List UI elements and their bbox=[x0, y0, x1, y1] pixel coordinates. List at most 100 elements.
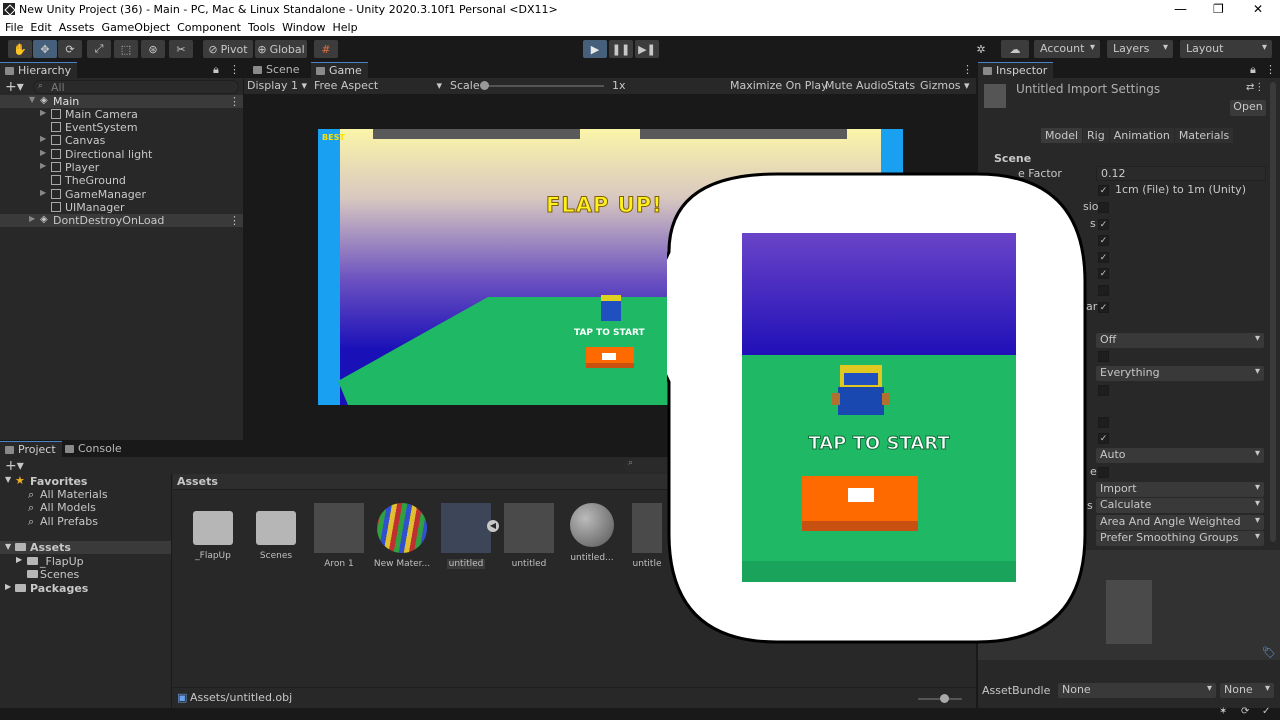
step-button[interactable]: ▶❚ bbox=[635, 40, 659, 58]
asset-item[interactable]: untitle bbox=[625, 503, 669, 573]
hierarchy-search-input[interactable]: ⌕ All bbox=[33, 80, 239, 94]
hierarchy-item[interactable]: ▶ GameManager bbox=[0, 188, 243, 201]
normals-dropdown[interactable]: Auto bbox=[1096, 448, 1264, 463]
hierarchy-item[interactable]: ▶ Directional light bbox=[0, 148, 243, 161]
sidebar-folder[interactable]: Scenes bbox=[40, 568, 79, 581]
checkbox[interactable] bbox=[1098, 351, 1109, 362]
open-button[interactable]: Open bbox=[1230, 100, 1266, 116]
menu-gameobject[interactable]: GameObject bbox=[102, 20, 177, 36]
close-button[interactable]: ✕ bbox=[1253, 2, 1263, 16]
transform-tool-button[interactable]: ⊛ bbox=[141, 40, 165, 58]
checkbox[interactable]: ✓ bbox=[1098, 235, 1109, 246]
mute-audio-toggle[interactable]: Mute Audio bbox=[825, 79, 887, 92]
asset-bundle-dropdown[interactable]: None bbox=[1058, 683, 1216, 698]
slider-handle[interactable] bbox=[480, 81, 489, 90]
kebab-menu-icon[interactable]: ⋮ bbox=[229, 95, 240, 108]
checkbox[interactable]: ✓ bbox=[1098, 302, 1109, 313]
menu-file[interactable]: File bbox=[5, 20, 29, 36]
menu-assets[interactable]: Assets bbox=[59, 20, 101, 36]
hierarchy-scene-ddol[interactable]: ▶ ◈ DontDestroyOnLoad ⋮ bbox=[0, 214, 243, 227]
favorites-label[interactable]: Favorites bbox=[30, 475, 87, 488]
menu-tools[interactable]: Tools bbox=[248, 20, 281, 36]
breadcrumb-assets[interactable]: Assets bbox=[177, 475, 218, 488]
tab-console[interactable]: Console bbox=[60, 441, 128, 457]
expand-arrow-icon[interactable]: ◀ bbox=[487, 520, 499, 532]
hierarchy-item[interactable]: ▶ Player bbox=[0, 161, 243, 174]
maximize-on-play-toggle[interactable]: Maximize On Play bbox=[730, 79, 828, 92]
settings-icon[interactable]: ⇄⋮ bbox=[1246, 82, 1264, 93]
tab-project[interactable]: Project bbox=[0, 441, 62, 457]
menu-component[interactable]: Component bbox=[177, 20, 247, 36]
sidebar-item-assets[interactable]: ▼ Assets bbox=[0, 541, 171, 554]
snap-button[interactable]: # bbox=[314, 40, 338, 58]
asset-item[interactable]: New Mater... bbox=[372, 503, 432, 573]
tag-icon[interactable]: 🏷︎ bbox=[1262, 646, 1276, 659]
hierarchy-scene-main[interactable]: ▼ ◈ Main ⋮ bbox=[0, 95, 243, 108]
maximize-button[interactable]: ❐ bbox=[1213, 2, 1224, 16]
check-icon[interactable]: ✓ bbox=[1262, 706, 1270, 717]
checkbox[interactable] bbox=[1098, 467, 1109, 478]
hierarchy-item[interactable]: ▶ Main Camera bbox=[0, 108, 243, 121]
checkbox[interactable] bbox=[1098, 202, 1109, 213]
fav-item[interactable]: All Prefabs bbox=[40, 515, 98, 528]
tab-model[interactable]: Model bbox=[1041, 128, 1083, 143]
menu-window[interactable]: Window bbox=[282, 20, 331, 36]
hierarchy-item[interactable]: EventSystem bbox=[0, 121, 243, 134]
checkbox[interactable] bbox=[1098, 385, 1109, 396]
asset-item[interactable]: untitled bbox=[499, 503, 559, 573]
asset-item-selected[interactable]: untitled bbox=[436, 503, 496, 573]
asset-item[interactable]: _FlapUp bbox=[183, 503, 243, 573]
tab-materials[interactable]: Materials bbox=[1174, 128, 1234, 143]
asset-item[interactable]: Aron 1 bbox=[309, 503, 369, 573]
stats-toggle[interactable]: Stats bbox=[887, 79, 915, 92]
scale-slider[interactable] bbox=[480, 81, 604, 90]
kebab-menu-icon[interactable]: ⋮ bbox=[229, 63, 240, 76]
tab-animation[interactable]: Animation bbox=[1109, 128, 1174, 143]
layout-dropdown[interactable]: Layout bbox=[1180, 40, 1272, 58]
move-tool-button[interactable]: ✥ bbox=[33, 40, 57, 58]
convert-units-checkbox[interactable]: ✓ bbox=[1098, 185, 1109, 196]
asset-item[interactable]: Scenes bbox=[246, 503, 306, 573]
add-icon[interactable]: +▾ bbox=[5, 458, 24, 474]
checkbox[interactable] bbox=[1098, 417, 1109, 428]
checkbox[interactable]: ✓ bbox=[1098, 219, 1109, 230]
cloud-button[interactable]: ☁ bbox=[1001, 40, 1029, 58]
scale-tool-button[interactable]: ⤢ bbox=[87, 40, 111, 58]
read-write-dropdown[interactable]: Everything bbox=[1096, 366, 1264, 381]
sidebar-item-packages[interactable]: Packages bbox=[30, 582, 88, 595]
rect-tool-button[interactable]: ⬚ bbox=[114, 40, 138, 58]
hand-tool-button[interactable]: ✋ bbox=[8, 40, 32, 58]
scale-factor-input[interactable]: 0.12 bbox=[1096, 166, 1266, 181]
normals-mode-dropdown[interactable]: Import bbox=[1096, 482, 1264, 497]
asset-item[interactable]: untitled... bbox=[562, 503, 622, 573]
add-icon[interactable]: +▾ bbox=[5, 79, 24, 95]
tab-scene[interactable]: Scene bbox=[248, 62, 306, 78]
tab-game[interactable]: Game bbox=[311, 62, 368, 78]
kebab-menu-icon[interactable]: ⋮ bbox=[962, 63, 973, 76]
pause-button[interactable]: ❚❚ bbox=[609, 40, 633, 58]
menu-help[interactable]: Help bbox=[332, 20, 363, 36]
account-dropdown[interactable]: Account bbox=[1034, 40, 1100, 58]
asset-bundle-variant-dropdown[interactable]: None bbox=[1220, 683, 1274, 698]
checkbox[interactable]: ✓ bbox=[1098, 433, 1109, 444]
hierarchy-item[interactable]: UIManager bbox=[0, 201, 243, 214]
collab-button[interactable]: ✲ bbox=[969, 40, 993, 58]
smoothness-dropdown[interactable]: Area And Angle Weighted bbox=[1096, 515, 1264, 530]
project-search-input[interactable]: ⌕ bbox=[624, 458, 672, 472]
checkbox[interactable] bbox=[1098, 285, 1109, 296]
hierarchy-item[interactable]: ▶ Canvas bbox=[0, 134, 243, 147]
pivot-toggle[interactable]: ⊘ Pivot bbox=[203, 40, 253, 58]
menu-edit[interactable]: Edit bbox=[30, 20, 57, 36]
aspect-dropdown[interactable]: Free Aspect ▾ bbox=[314, 79, 442, 92]
minimize-button[interactable]: — bbox=[1174, 2, 1187, 17]
checkbox[interactable]: ✓ bbox=[1098, 252, 1109, 263]
display-dropdown[interactable]: Display 1 ▾ bbox=[247, 79, 307, 92]
layers-dropdown[interactable]: Layers bbox=[1107, 40, 1173, 58]
mesh-compression-dropdown[interactable]: Off bbox=[1096, 333, 1264, 348]
inspector-scrollbar[interactable] bbox=[1270, 82, 1276, 542]
kebab-menu-icon[interactable]: ⋮ bbox=[229, 214, 240, 227]
progress-icon[interactable]: ⟳ bbox=[1241, 706, 1249, 717]
tab-inspector[interactable]: Inspector bbox=[978, 62, 1054, 78]
kebab-menu-icon[interactable]: ⋮ bbox=[1265, 63, 1276, 76]
fav-item[interactable]: All Models bbox=[40, 501, 96, 514]
